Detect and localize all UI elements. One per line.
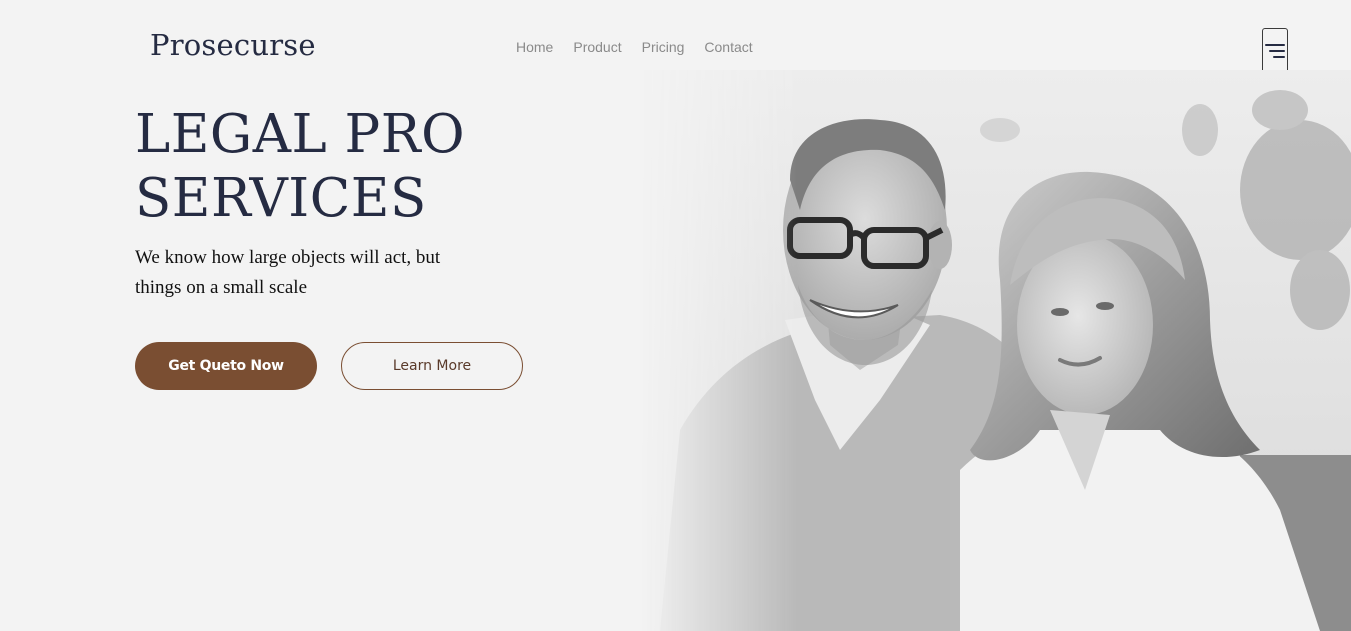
nav-item-product[interactable]: Product <box>573 39 621 55</box>
hero-subtitle: We know how large objects will act, but … <box>135 247 441 298</box>
learn-more-button[interactable]: Learn More <box>341 342 523 390</box>
hamburger-menu-button[interactable] <box>1262 28 1288 74</box>
nav-item-home[interactable]: Home <box>516 39 553 55</box>
hero-title: LEGAL PRO SERVICES <box>135 103 465 231</box>
nav-item-pricing[interactable]: Pricing <box>642 39 685 55</box>
landing-page: Prosecurse Home Product Pricing Contact … <box>0 0 1351 631</box>
hero-title-line-2: SERVICES <box>135 168 427 229</box>
nav-item-contact[interactable]: Contact <box>704 39 752 55</box>
get-quote-button[interactable]: Get Queto Now <box>135 342 317 390</box>
hero-couple-photo <box>640 70 1351 631</box>
brand-logo[interactable]: Prosecurse <box>150 28 316 62</box>
main-nav: Home Product Pricing Contact <box>516 39 753 55</box>
hero-title-line-1: LEGAL PRO <box>135 104 466 165</box>
